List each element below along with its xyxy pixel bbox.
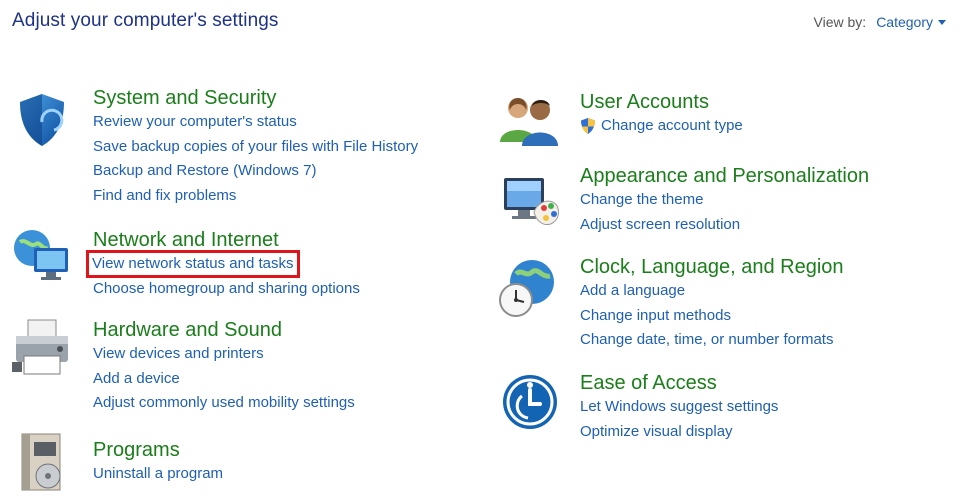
link-find-fix-problems[interactable]: Find and fix problems: [93, 184, 418, 209]
link-date-time-formats[interactable]: Change date, time, or number formats: [580, 328, 844, 353]
link-network-status-row: View network status and tasks: [86, 250, 360, 278]
link-review-status[interactable]: Review your computer's status: [93, 110, 418, 135]
link-change-theme[interactable]: Change the theme: [580, 188, 869, 213]
link-add-language[interactable]: Add a language: [580, 279, 844, 304]
category-title[interactable]: Clock, Language, and Region: [580, 255, 844, 279]
link-devices-printers[interactable]: View devices and printers: [93, 342, 355, 367]
chevron-down-icon: [938, 19, 946, 25]
category-network-and-internet: Network and Internet View network status…: [86, 228, 360, 302]
link-change-account-type[interactable]: Change account type: [580, 114, 743, 139]
view-by-label: View by:: [813, 14, 867, 30]
page-title: Adjust your computer's settings: [12, 10, 279, 31]
category-system-and-security: System and Security Review your computer…: [93, 86, 418, 208]
link-label: Change account type: [601, 117, 743, 134]
view-by-dropdown[interactable]: Category: [876, 14, 946, 30]
link-file-history[interactable]: Save backup copies of your files with Fi…: [93, 135, 418, 160]
link-homegroup-sharing[interactable]: Choose homegroup and sharing options: [93, 277, 360, 302]
link-add-device[interactable]: Add a device: [93, 367, 355, 392]
category-title[interactable]: Network and Internet: [93, 228, 360, 252]
link-screen-resolution[interactable]: Adjust screen resolution: [580, 213, 869, 238]
category-user-accounts: User Accounts Change account type: [580, 90, 743, 139]
printer-icon[interactable]: [10, 316, 70, 376]
shield-icon[interactable]: [12, 90, 72, 150]
uac-shield-icon: [581, 118, 595, 135]
category-programs: Programs Uninstall a program: [93, 438, 223, 487]
monitor-palette-icon[interactable]: [500, 172, 560, 232]
view-by-value: Category: [876, 14, 933, 30]
ease-of-access-icon[interactable]: [500, 372, 560, 432]
link-uninstall-program[interactable]: Uninstall a program: [93, 462, 223, 487]
category-title[interactable]: Hardware and Sound: [93, 318, 355, 342]
users-icon[interactable]: [498, 92, 558, 152]
category-title[interactable]: User Accounts: [580, 90, 743, 114]
link-windows-suggest[interactable]: Let Windows suggest settings: [580, 395, 778, 420]
category-title[interactable]: Ease of Access: [580, 371, 778, 395]
clock-globe-icon[interactable]: [496, 256, 556, 317]
link-backup-restore[interactable]: Backup and Restore (Windows 7): [93, 159, 418, 184]
category-appearance-personalization: Appearance and Personalization Change th…: [580, 164, 869, 237]
network-globe-icon[interactable]: [10, 226, 70, 286]
link-view-network-status[interactable]: View network status and tasks: [86, 250, 300, 278]
category-title[interactable]: System and Security: [93, 86, 418, 110]
view-by: View by: Category: [814, 14, 946, 30]
category-clock-language-region: Clock, Language, and Region Add a langua…: [580, 255, 844, 353]
category-hardware-and-sound: Hardware and Sound View devices and prin…: [93, 318, 355, 416]
link-input-methods[interactable]: Change input methods: [580, 304, 844, 329]
programs-disc-icon[interactable]: [16, 432, 76, 492]
category-ease-of-access: Ease of Access Let Windows suggest setti…: [580, 371, 778, 444]
category-title[interactable]: Appearance and Personalization: [580, 164, 869, 188]
link-mobility-settings[interactable]: Adjust commonly used mobility settings: [93, 391, 355, 416]
link-optimize-visual[interactable]: Optimize visual display: [580, 420, 778, 445]
category-title[interactable]: Programs: [93, 438, 223, 462]
